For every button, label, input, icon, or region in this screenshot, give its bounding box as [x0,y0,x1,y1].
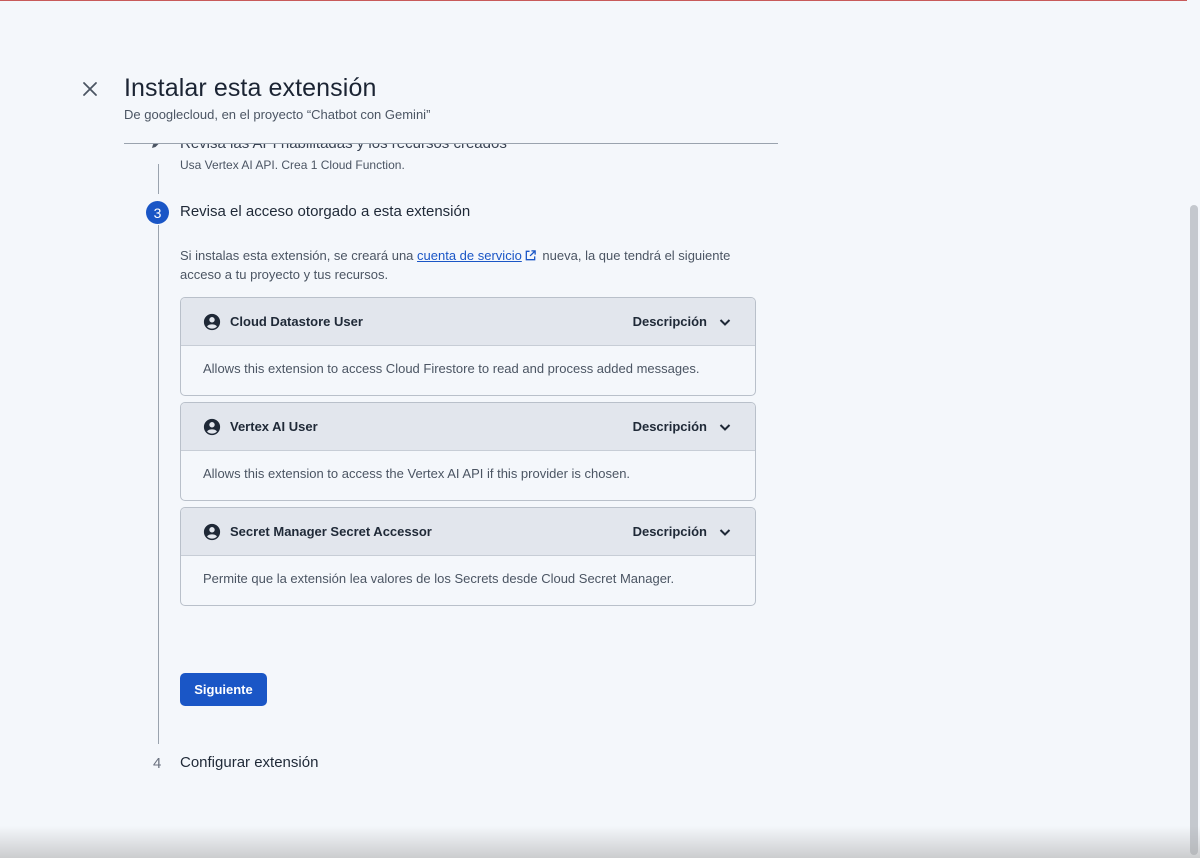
next-button[interactable]: Siguiente [180,673,267,706]
description-toggle-label[interactable]: Descripción [633,524,707,539]
page-subtitle: De googlecloud, en el proyecto “Chatbot … [124,107,431,122]
account-circle-icon [203,418,221,435]
role-card: Secret Manager Secret Accessor Descripci… [180,507,756,606]
role-name: Cloud Datastore User [230,314,363,329]
step-2-title[interactable]: Revisa las API habilitadas y los recurso… [180,144,507,152]
scrollbar-thumb[interactable] [1190,205,1198,855]
role-card: Cloud Datastore User Descripción Allows … [180,297,756,396]
service-account-link[interactable]: cuenta de servicio [417,248,522,263]
page-title: Instalar esta extensión [124,74,377,102]
chevron-down-icon[interactable] [717,314,733,330]
role-description: Allows this extension to access the Vert… [203,466,631,481]
role-name: Secret Manager Secret Accessor [230,524,432,539]
service-account-intro: Si instalas esta extensión, se creará un… [180,246,740,284]
step-connector [158,164,159,194]
role-description: Allows this extension to access Cloud Fi… [203,361,700,376]
step-2-description: Usa Vertex AI API. Crea 1 Cloud Function… [180,158,405,172]
close-button[interactable] [78,77,102,101]
chevron-down-icon[interactable] [717,419,733,435]
pencil-icon [152,144,159,148]
role-header[interactable]: Secret Manager Secret Accessor Descripci… [181,508,755,556]
close-icon [83,82,97,96]
role-header[interactable]: Cloud Datastore User Descripción [181,298,755,346]
description-toggle-label[interactable]: Descripción [633,314,707,329]
account-circle-icon [203,523,221,540]
intro-text-start: Si instalas esta extensión, se creará un… [180,248,418,263]
bottom-shadow [0,826,1200,858]
role-header[interactable]: Vertex AI User Descripción [181,403,755,451]
account-circle-icon [203,313,221,330]
step-3-badge: 3 [146,201,169,224]
role-description: Permite que la extensión lea valores de … [203,571,675,586]
role-card: Vertex AI User Descripción Allows this e… [180,402,756,501]
role-name: Vertex AI User [230,419,318,434]
chevron-down-icon[interactable] [717,524,733,540]
description-toggle-label[interactable]: Descripción [633,419,707,434]
window-top-edge [0,0,1200,1]
step-4-number: 4 [153,755,162,772]
step-4-title[interactable]: Configurar extensión [180,754,318,771]
external-link-icon [525,250,536,261]
step-connector [158,225,159,744]
step-3-title: Revisa el acceso otorgado a esta extensi… [180,203,471,220]
steps-scroll-area[interactable]: Revisa las API habilitadas y los recurso… [0,144,1200,858]
